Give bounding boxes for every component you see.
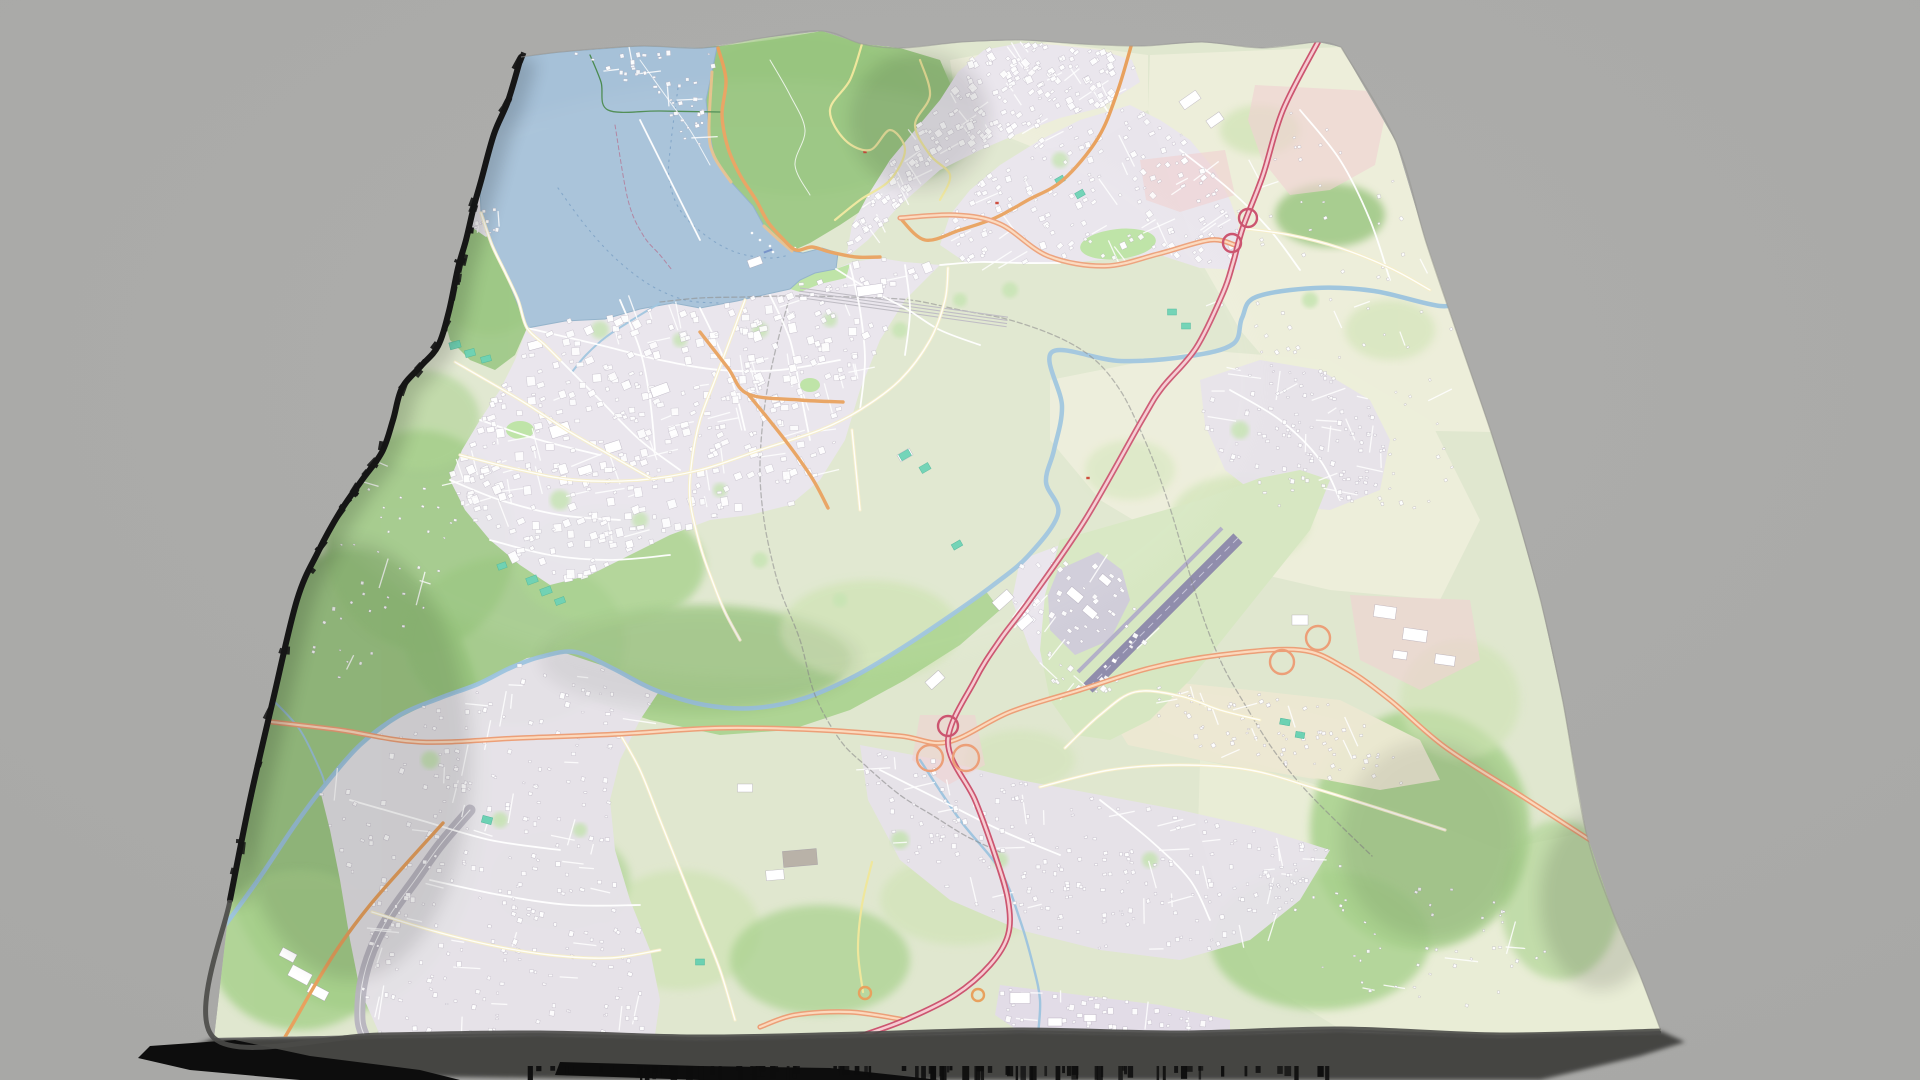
big-building-22 <box>737 783 753 793</box>
big-building-17 <box>1291 614 1309 626</box>
big-building-27 <box>782 848 818 868</box>
big-building-23 <box>1009 992 1031 1004</box>
big-building-25 <box>1083 1014 1097 1022</box>
map-3d-render <box>0 0 1920 1080</box>
render-viewport[interactable] <box>0 0 1920 1080</box>
big-building-16 <box>1392 649 1408 661</box>
big-building-24 <box>1047 1017 1063 1027</box>
big-building-26 <box>765 868 785 882</box>
